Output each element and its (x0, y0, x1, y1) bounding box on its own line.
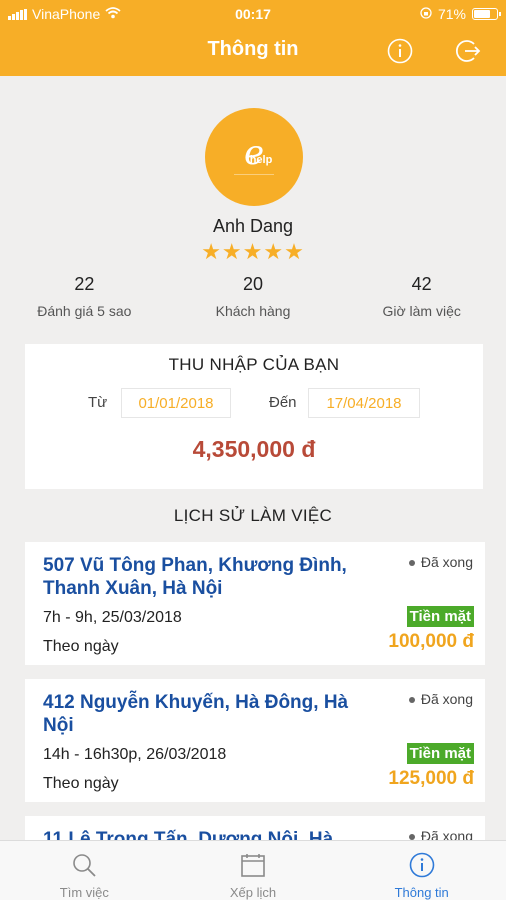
rating-stars: ★★★★★ (201, 239, 305, 264)
income-title: THU NHẬP CỦA BẠN (168, 355, 340, 374)
battery-icon (471, 8, 501, 20)
job-status: Đã xong (408, 691, 473, 707)
calendar-icon (240, 851, 266, 879)
stats-row: 22 Đánh giá 5 sao 20 Khách hàng 42 Giờ l… (0, 274, 506, 319)
stat-value: 20 (242, 274, 264, 294)
job-time: 14h - 16h30p, 26/03/2018 (43, 746, 227, 763)
page-title: Thông tin (207, 38, 299, 60)
job-status: Đã xong (408, 554, 473, 570)
signal-icon (8, 8, 27, 20)
date-range: Từ 01/01/2018 Đến 17/04/2018 (25, 388, 483, 418)
ehelp-logo: e help ———————— (234, 133, 274, 178)
battery-percent: 71% (437, 6, 466, 22)
search-icon (71, 851, 97, 879)
stat-customers: 20 Khách hàng (169, 274, 338, 319)
tab-info[interactable]: Thông tin (337, 841, 506, 900)
stat-value: 22 (74, 274, 95, 294)
stat-label: Khách hàng (215, 303, 291, 319)
stat-value: 42 (411, 274, 432, 294)
stat-five-star: 22 Đánh giá 5 sao (0, 274, 169, 319)
job-card[interactable]: 412 Nguyễn Khuyến, Hà Đông, Hà Nội Đã xo… (25, 679, 485, 802)
content: e help ———————— Anh Dang ★★★★★ 22 Đánh g… (0, 76, 506, 840)
job-card[interactable]: 11 Lê Trọng Tấn, Dương Nội, Hà Đã xong (25, 816, 485, 840)
stat-work-hours: 42 Giờ làm việc (337, 274, 506, 319)
tab-label: Tìm việc (59, 885, 109, 900)
status-bar: VinaPhone 00:17 71% (0, 0, 506, 28)
navbar: Thông tin (0, 28, 506, 76)
from-date-field[interactable]: 01/01/2018 (121, 388, 231, 418)
payment-badge: Tiền mặt (406, 743, 474, 764)
orientation-lock-icon (420, 6, 432, 22)
status-dot-icon (408, 697, 415, 704)
job-type: Theo ngày (43, 775, 119, 792)
user-name: Anh Dang (212, 216, 294, 236)
job-status: Đã xong (408, 828, 473, 840)
stat-label: Giờ làm việc (382, 303, 461, 319)
job-price: 100,000 đ (388, 631, 474, 652)
income-card: THU NHẬP CỦA BẠN Từ 01/01/2018 Đến 17/04… (25, 344, 483, 489)
income-amount: 4,350,000 đ (192, 436, 316, 462)
tab-label: Xếp lịch (229, 885, 277, 900)
job-address: 412 Nguyễn Khuyến, Hà Đông, Hà Nội (43, 692, 349, 736)
status-time: 00:17 (235, 6, 271, 22)
stat-label: Đánh giá 5 sao (37, 303, 132, 319)
info-icon (387, 38, 413, 64)
history-title: LỊCH SỬ LÀM VIỆC (173, 506, 333, 525)
job-time: 7h - 9h, 25/03/2018 (43, 609, 182, 626)
tab-bar: Tìm việc Xếp lịch Thông tin (0, 840, 506, 900)
from-label: Từ (88, 394, 108, 411)
carrier-name: VinaPhone (32, 6, 101, 22)
status-dot-icon (408, 560, 415, 567)
logout-icon (455, 40, 481, 62)
avatar: e help ———————— (205, 108, 303, 206)
logout-button[interactable] (454, 37, 482, 65)
info-icon (409, 851, 435, 879)
tab-schedule[interactable]: Xếp lịch (169, 841, 338, 900)
job-price: 125,000 đ (388, 768, 474, 789)
job-address: 11 Lê Trọng Tấn, Dương Nội, Hà (43, 829, 334, 840)
to-label: Đến (269, 394, 297, 411)
payment-badge: Tiền mặt (406, 606, 474, 627)
to-date-field[interactable]: 17/04/2018 (308, 388, 420, 418)
job-card[interactable]: 507 Vũ Tông Phan, Khương Đình, Thanh Xuâ… (25, 542, 485, 665)
tab-find-work[interactable]: Tìm việc (0, 841, 169, 900)
tab-label: Thông tin (394, 885, 449, 900)
info-button[interactable] (386, 37, 414, 65)
wifi-icon (105, 6, 121, 22)
job-address: 507 Vũ Tông Phan, Khương Đình, Thanh Xuâ… (43, 555, 347, 599)
job-type: Theo ngày (43, 638, 119, 655)
